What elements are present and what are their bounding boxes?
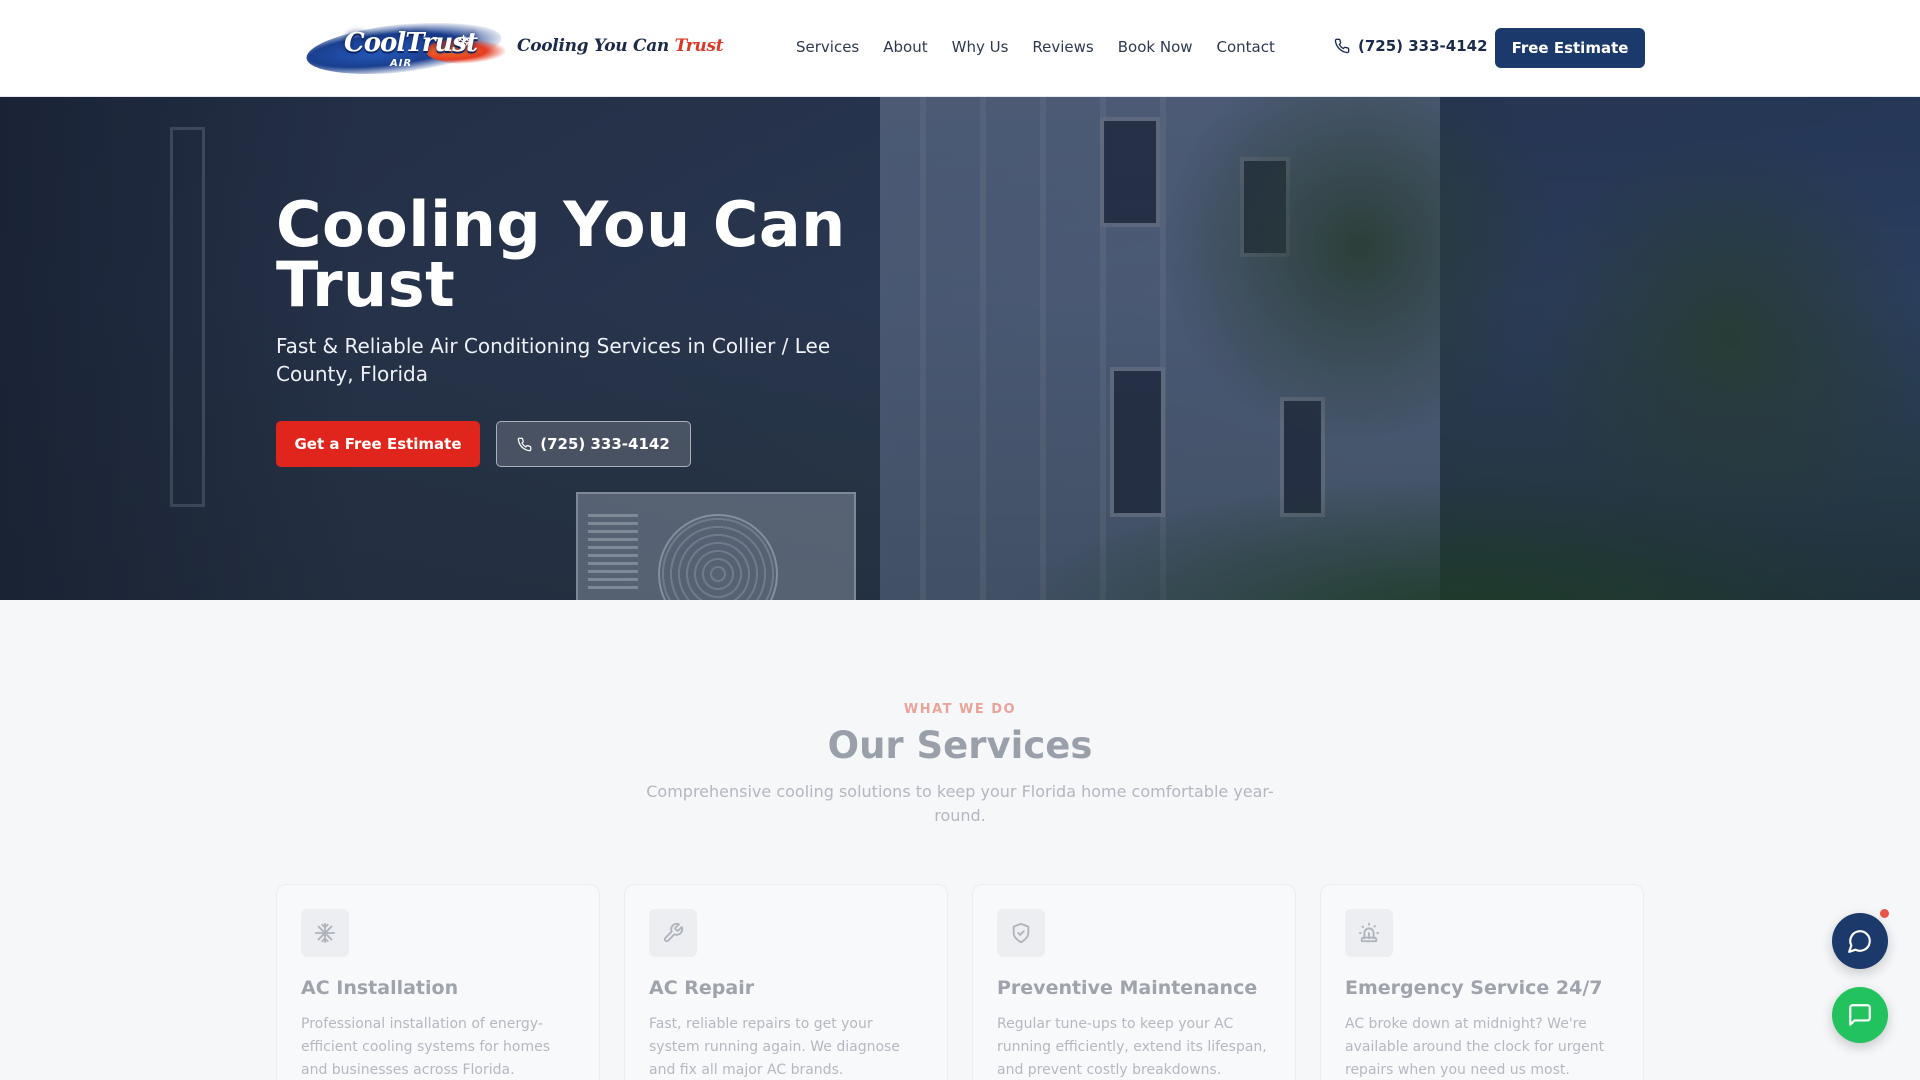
tagline-part2: Trust [674,36,724,56]
hero-bg-ac-fan [658,514,778,600]
nav-contact[interactable]: Contact [1217,38,1275,56]
shield-check-icon [1012,922,1030,944]
message-button[interactable] [1832,987,1888,1043]
services-title: Our Services [827,724,1093,767]
logo[interactable]: CoolTrust ❄ AIR [304,13,506,83]
service-card-emergency[interactable]: Emergency Service 24/7 AC broke down at … [1320,884,1644,1080]
main-menu: Services About Why Us Reviews Book Now C… [796,38,1275,56]
site-header: CoolTrust ❄ AIR Cooling You Can Trust Se… [0,0,1920,97]
nav-phone-link[interactable]: (725) 333-4142 [1334,37,1488,55]
card-icon-box [301,909,349,957]
nav-phone-number: (725) 333-4142 [1358,37,1488,55]
card-text: Fast, reliable repairs to get your syste… [649,1016,900,1078]
snowflake-icon: ❄ [456,32,472,53]
notification-dot [1880,909,1889,918]
nav-book-now[interactable]: Book Now [1118,38,1193,56]
card-title: Preventive Maintenance [997,977,1258,999]
nav-about[interactable]: About [883,38,927,56]
free-estimate-button[interactable]: Free Estimate [1495,28,1645,68]
hero-bg-bushes [1000,477,1920,600]
hero-bg-ac-unit [576,492,856,600]
services-cards: AC Installation Professional installatio… [276,884,1644,1080]
wrench-icon [663,922,684,943]
hero-section: Cooling You Can Trust Fast & Reliable Ai… [0,97,1920,600]
card-icon-box [649,909,697,957]
message-square-icon [1849,1004,1871,1026]
service-card-ac-repair[interactable]: AC Repair Fast, reliable repairs to get … [624,884,948,1080]
service-card-preventive-maintenance[interactable]: Preventive Maintenance Regular tune-ups … [972,884,1296,1080]
tagline: Cooling You Can Trust [517,36,724,56]
card-title: AC Installation [301,977,459,999]
card-title: AC Repair [649,977,755,999]
logo-sub: AIR [390,58,413,69]
card-text: AC broke down at midnight? We're availab… [1345,1016,1605,1078]
phone-icon [517,437,532,451]
hero-title: Cooling You Can Trust [276,188,846,321]
card-title: Emergency Service 24/7 [1345,977,1603,999]
snowflake-icon [314,922,336,944]
chat-assistant-button[interactable] [1832,913,1888,969]
hero-subtitle: Fast & Reliable Air Conditioning Service… [276,334,831,386]
hero-phone-number: (725) 333-4142 [540,435,670,453]
card-text: Regular tune-ups to keep your AC running… [997,1016,1267,1078]
nav-reviews[interactable]: Reviews [1032,38,1093,56]
nav-why-us[interactable]: Why Us [952,38,1009,56]
card-icon-box [997,909,1045,957]
service-card-ac-installation[interactable]: AC Installation Professional installatio… [276,884,600,1080]
card-text: Professional installation of energy-effi… [301,1016,551,1078]
tagline-part1: Cooling You Can [517,36,669,56]
hero-bg-ac-grill [588,509,638,589]
services-eyebrow: WHAT WE DO [903,702,1017,717]
get-free-estimate-button[interactable]: Get a Free Estimate [276,421,480,467]
phone-icon [1334,38,1350,54]
card-icon-box [1345,909,1393,957]
hero-phone-button[interactable]: (725) 333-4142 [496,421,691,467]
hero-bg-window [170,127,205,507]
message-circle-icon [1848,930,1871,953]
siren-icon [1358,922,1380,943]
services-subtitle: Comprehensive cooling solutions to keep … [646,782,1274,825]
nav-services[interactable]: Services [796,38,859,56]
hero-bg-window [1100,117,1160,227]
